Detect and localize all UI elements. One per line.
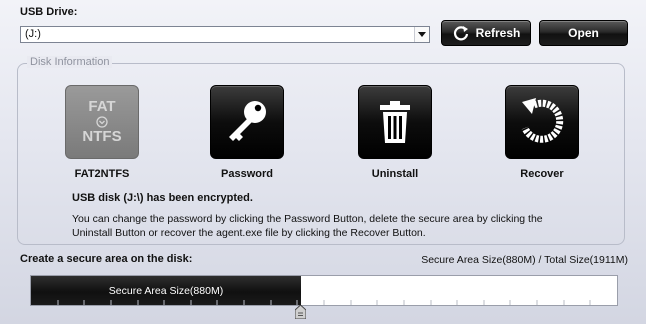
instructions-text: You can change the password by clicking … xyxy=(72,213,543,239)
refresh-icon xyxy=(453,26,468,41)
refresh-button[interactable]: Refresh xyxy=(441,20,531,46)
icon-text-fat: FAT xyxy=(88,98,116,115)
uninstall-label: Uninstall xyxy=(371,168,419,180)
chevron-down-icon[interactable] xyxy=(414,27,429,42)
key-icon xyxy=(229,101,266,141)
fat2ntfs-label: FAT2NTFS xyxy=(74,168,130,180)
fat-ntfs-convert-icon: FAT NTFS xyxy=(82,99,121,145)
secure-area-title: Create a secure area on the disk: xyxy=(20,253,193,265)
recover-label: Recover xyxy=(520,168,564,180)
drive-select[interactable]: (J:) xyxy=(20,26,430,43)
refresh-button-label: Refresh xyxy=(475,26,521,40)
drive-select-value: (J:) xyxy=(25,28,41,40)
password-label: Password xyxy=(221,168,273,180)
open-button-label: Open xyxy=(568,26,599,40)
uninstall-button[interactable] xyxy=(358,85,432,159)
open-button[interactable]: Open xyxy=(539,20,628,46)
recover-arrow-icon xyxy=(521,98,564,143)
recover-button[interactable] xyxy=(505,85,579,159)
encryption-status: USB disk (J:\) has been encrypted. xyxy=(72,192,253,204)
password-button[interactable] xyxy=(210,85,284,159)
usb-drive-label: USB Drive: xyxy=(20,6,78,18)
secure-area-slider[interactable]: Secure Area Size(880M) xyxy=(30,275,618,306)
secure-area-fill-label: Secure Area Size(880M) xyxy=(108,284,224,297)
chevron-down-circle-icon xyxy=(96,116,108,128)
slider-handle[interactable] xyxy=(295,305,306,319)
disk-information-title: Disk Information xyxy=(27,56,113,68)
slider-ticks xyxy=(57,300,591,305)
icon-text-ntfs: NTFS xyxy=(82,128,122,145)
trash-icon xyxy=(380,101,410,143)
fat2ntfs-button[interactable]: FAT NTFS xyxy=(65,85,139,159)
size-info: Secure Area Size(880M) / Total Size(1911… xyxy=(421,254,628,266)
